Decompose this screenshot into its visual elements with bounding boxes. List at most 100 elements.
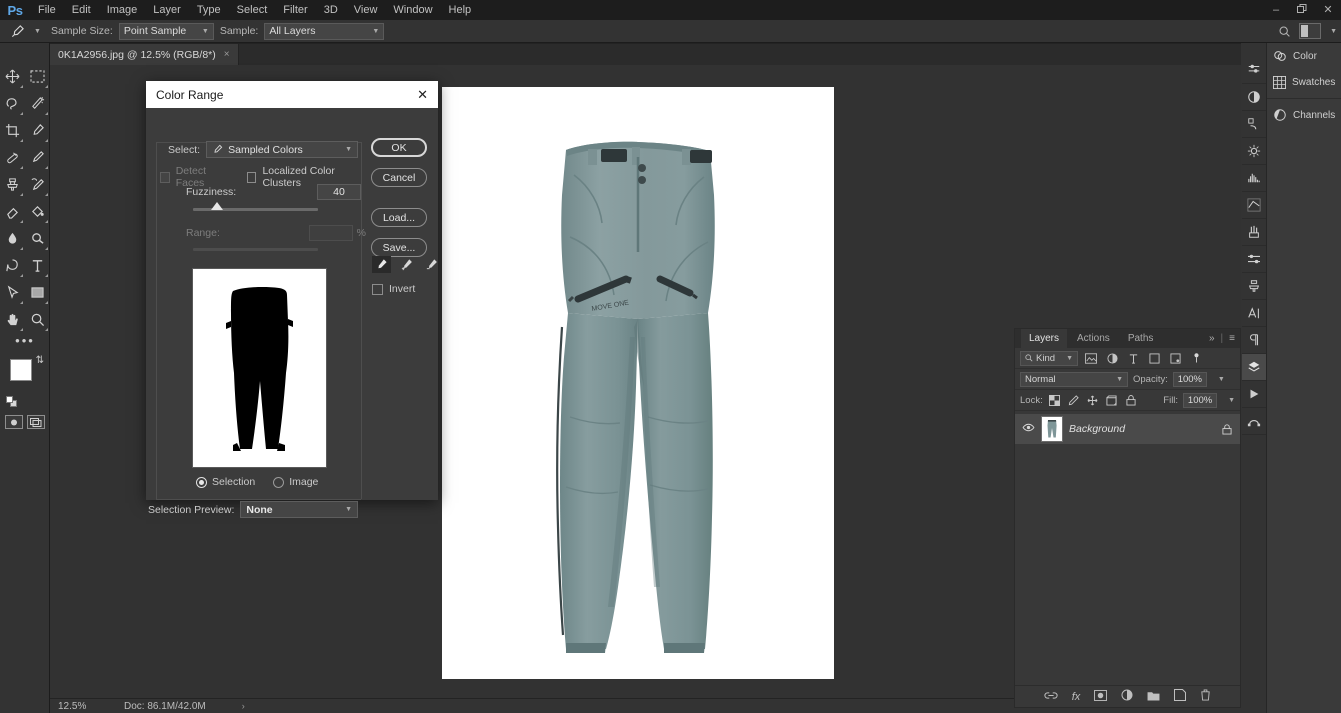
adjustment-filter-icon[interactable] xyxy=(1104,351,1120,366)
type-filter-icon[interactable] xyxy=(1125,351,1141,366)
status-expand-icon[interactable]: › xyxy=(206,701,245,711)
fuzziness-slider-handle[interactable] xyxy=(211,202,223,210)
character-icon[interactable] xyxy=(1241,300,1266,327)
menu-layer[interactable]: Layer xyxy=(145,0,189,20)
invert-checkbox[interactable] xyxy=(372,283,383,295)
filter-toggle-icon[interactable] xyxy=(1188,351,1204,366)
new-layer-icon[interactable] xyxy=(1174,689,1187,704)
lock-all-icon[interactable] xyxy=(1124,393,1138,408)
more-tools-button[interactable]: ••• xyxy=(0,333,50,351)
eyedropper-tool[interactable] xyxy=(25,117,50,144)
localized-clusters-checkbox[interactable] xyxy=(246,171,257,183)
eyedropper-subtract-icon[interactable] xyxy=(422,256,441,273)
menu-file[interactable]: File xyxy=(30,0,64,20)
pen-tool[interactable] xyxy=(0,252,25,279)
tab-layers[interactable]: Layers xyxy=(1021,329,1068,348)
history-brush-tool[interactable] xyxy=(25,171,50,198)
lock-image-icon[interactable] xyxy=(1067,393,1081,408)
save-button[interactable]: Save... xyxy=(371,238,427,257)
menu-help[interactable]: Help xyxy=(441,0,480,20)
gradient-tool[interactable] xyxy=(25,198,50,225)
panel-menu-icon[interactable]: ≡ xyxy=(1229,333,1235,344)
dock-item-swatches[interactable]: Swatches xyxy=(1267,69,1341,95)
delete-layer-icon[interactable] xyxy=(1200,689,1211,704)
type-tool[interactable] xyxy=(25,252,50,279)
eraser-tool[interactable] xyxy=(0,198,25,225)
close-button[interactable]: ✕ xyxy=(1315,0,1341,20)
zoom-level[interactable]: 12.5% xyxy=(50,701,112,712)
marquee-tool[interactable] xyxy=(25,63,50,90)
eyedropper-add-icon[interactable] xyxy=(397,256,416,273)
dock-item-color[interactable]: Color xyxy=(1267,43,1341,69)
selection-radio[interactable] xyxy=(196,476,207,488)
adjustments-icon[interactable] xyxy=(1241,57,1266,84)
dock-item-channels[interactable]: Channels xyxy=(1267,102,1341,128)
active-tool-preset[interactable]: ▼ xyxy=(6,22,45,41)
info-icon[interactable] xyxy=(1241,192,1266,219)
menu-edit[interactable]: Edit xyxy=(64,0,99,20)
document-tab[interactable]: 0K1A2956.jpg @ 12.5% (RGB/8*) × xyxy=(50,44,239,65)
lasso-tool[interactable] xyxy=(0,90,25,117)
shape-tool[interactable] xyxy=(25,279,50,306)
move-tool[interactable] xyxy=(0,63,25,90)
lock-transparency-icon[interactable] xyxy=(1048,393,1062,408)
select-dropdown[interactable]: Sampled Colors ▼ xyxy=(206,141,358,158)
brush-settings-icon[interactable] xyxy=(1241,246,1266,273)
fuzziness-input[interactable]: 40 xyxy=(317,184,361,200)
ok-button[interactable]: OK xyxy=(371,138,427,157)
hand-tool[interactable] xyxy=(0,306,25,333)
tab-actions[interactable]: Actions xyxy=(1069,329,1118,348)
layer-style-icon[interactable]: fx xyxy=(1072,691,1081,703)
load-button[interactable]: Load... xyxy=(371,208,427,227)
restore-button[interactable] xyxy=(1289,0,1315,20)
timeline-icon[interactable] xyxy=(1241,381,1266,408)
close-icon[interactable]: × xyxy=(224,49,230,60)
menu-window[interactable]: Window xyxy=(385,0,440,20)
swap-colors-icon[interactable]: ⇅ xyxy=(36,355,44,366)
shape-filter-icon[interactable] xyxy=(1146,351,1162,366)
styles-icon[interactable] xyxy=(1241,84,1266,111)
brush-tool[interactable] xyxy=(25,144,50,171)
fill-value[interactable]: 100% xyxy=(1183,392,1218,408)
menu-filter[interactable]: Filter xyxy=(275,0,315,20)
dodge-tool[interactable] xyxy=(25,225,50,252)
sample-size-select[interactable]: Point Sample ▼ xyxy=(118,22,214,40)
blend-mode-select[interactable]: Normal ▼ xyxy=(1020,371,1128,387)
link-layers-icon[interactable] xyxy=(1044,691,1058,703)
menu-image[interactable]: Image xyxy=(99,0,146,20)
brushes-icon[interactable] xyxy=(1241,219,1266,246)
menu-view[interactable]: View xyxy=(346,0,386,20)
foreground-color-swatch[interactable] xyxy=(10,359,32,381)
tab-paths[interactable]: Paths xyxy=(1120,329,1162,348)
histogram-icon[interactable] xyxy=(1241,165,1266,192)
cancel-button[interactable]: Cancel xyxy=(371,168,427,187)
menu-3d[interactable]: 3D xyxy=(316,0,346,20)
blur-tool[interactable] xyxy=(0,225,25,252)
minimize-button[interactable]: – xyxy=(1263,0,1289,20)
fuzziness-slider[interactable] xyxy=(193,202,318,211)
healing-brush-tool[interactable] xyxy=(0,144,25,171)
fill-chevron-icon[interactable]: ▼ xyxy=(1228,397,1235,404)
opacity-value[interactable]: 100% xyxy=(1172,371,1207,387)
zoom-tool[interactable] xyxy=(25,306,50,333)
lock-position-icon[interactable] xyxy=(1086,393,1100,408)
eyedropper-icon[interactable] xyxy=(372,256,391,273)
menu-type[interactable]: Type xyxy=(189,0,229,20)
workspace-switcher[interactable]: ▼ xyxy=(1299,23,1337,39)
smart-object-filter-icon[interactable] xyxy=(1167,351,1183,366)
selection-preview-select[interactable]: None ▼ xyxy=(240,501,358,518)
layer-mask-icon[interactable] xyxy=(1094,689,1108,704)
pixel-filter-icon[interactable] xyxy=(1083,351,1099,366)
path-selection-tool[interactable] xyxy=(0,279,25,306)
opacity-chevron-icon[interactable]: ▼ xyxy=(1218,376,1225,383)
magic-wand-tool[interactable] xyxy=(25,90,50,117)
close-icon[interactable]: ✕ xyxy=(417,87,428,103)
paths-icon[interactable] xyxy=(1241,408,1266,435)
sample-select[interactable]: All Layers ▼ xyxy=(264,22,385,40)
adjustment-layer-icon[interactable] xyxy=(1121,689,1133,704)
quick-mask-icon[interactable] xyxy=(5,415,23,429)
navigator-icon[interactable] xyxy=(1241,138,1266,165)
kind-filter-select[interactable]: Kind ▼ xyxy=(1020,350,1078,366)
layers-icon[interactable] xyxy=(1241,354,1266,381)
layer-row-background[interactable]: Background xyxy=(1015,414,1240,444)
